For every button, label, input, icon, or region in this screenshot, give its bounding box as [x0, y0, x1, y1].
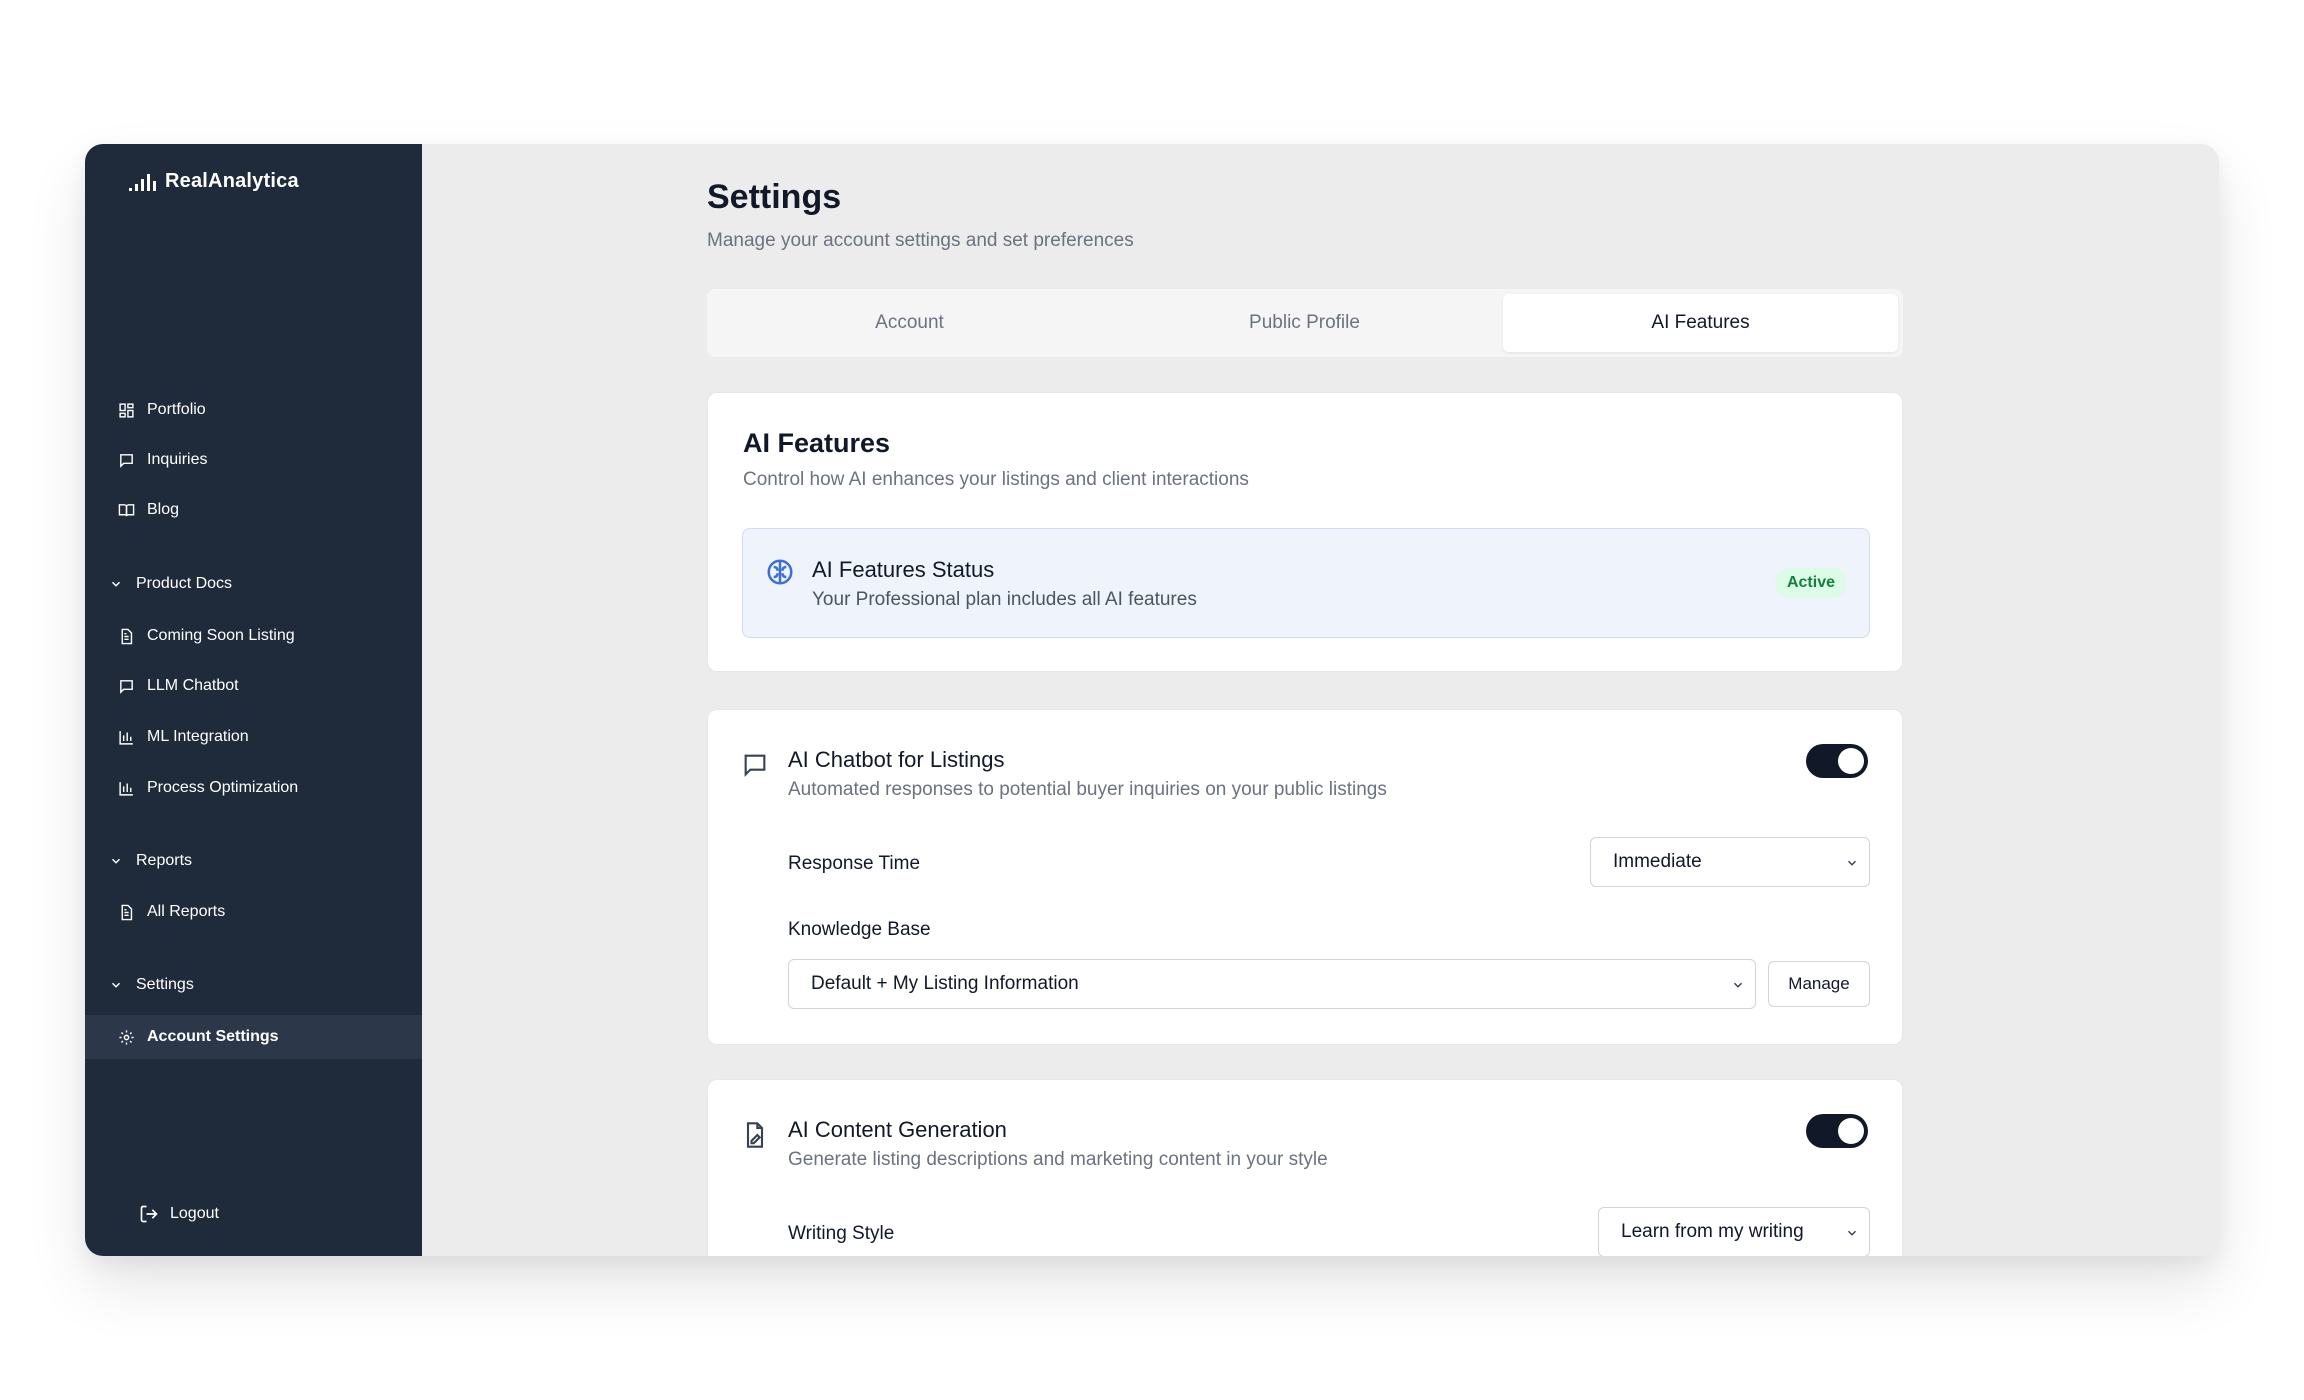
- file-edit-icon: [746, 1122, 764, 1148]
- settings-tabs: Account Public Profile AI Features: [707, 289, 1903, 357]
- sidebar-item-account-settings[interactable]: Account Settings: [85, 1015, 422, 1059]
- toggle-knob: [1838, 1118, 1864, 1144]
- sidebar-item-portfolio[interactable]: Portfolio: [85, 388, 422, 432]
- section-reports[interactable]: Reports: [85, 841, 422, 881]
- logout-icon: [140, 1205, 158, 1223]
- sidebar-item-label: Process Optimization: [147, 779, 299, 796]
- brand-logo[interactable]: RealAnalytica: [127, 170, 299, 193]
- grid-icon: [117, 401, 135, 419]
- knowledge-base-select[interactable]: Default + My Listing Information: [788, 959, 1756, 1009]
- section-label: Product Docs: [136, 575, 233, 592]
- tab-account[interactable]: Account: [712, 294, 1107, 352]
- sidebar-item-process-optimization[interactable]: Process Optimization: [85, 766, 422, 810]
- feature-title: AI Content Generation: [788, 1117, 1007, 1142]
- chevron-down-icon: [111, 858, 121, 864]
- ai-chatbot-card: AI Chatbot for Listings Automated respon…: [707, 709, 1903, 1045]
- feature-description: Automated responses to potential buyer i…: [788, 779, 1387, 800]
- bar-chart-icon: [117, 779, 135, 797]
- section-settings[interactable]: Settings: [85, 965, 422, 1005]
- sidebar-item-label: LLM Chatbot: [147, 677, 239, 694]
- logout-label: Logout: [170, 1205, 219, 1222]
- document-icon: [117, 903, 135, 921]
- page-subtitle: Manage your account settings and set pre…: [707, 230, 1134, 251]
- ai-status-box: AI Features Status Your Professional pla…: [742, 528, 1870, 638]
- page-title: Settings: [707, 178, 842, 216]
- response-time-select[interactable]: Immediate: [1590, 837, 1870, 887]
- sidebar: RealAnalytica Portfolio Inquiries Blog P…: [85, 144, 422, 1256]
- feature-description: Generate listing descriptions and market…: [788, 1149, 1328, 1170]
- toggle-knob: [1838, 748, 1864, 774]
- sidebar-item-all-reports[interactable]: All Reports: [85, 890, 422, 934]
- chatbot-toggle[interactable]: [1806, 744, 1868, 778]
- chevron-down-icon: [1847, 860, 1857, 866]
- section-product-docs[interactable]: Product Docs: [85, 564, 422, 604]
- ai-content-generation-card: AI Content Generation Generate listing d…: [707, 1079, 1903, 1256]
- sidebar-item-coming-soon-listing[interactable]: Coming Soon Listing: [85, 614, 422, 658]
- writing-style-label: Writing Style: [788, 1223, 895, 1244]
- sidebar-item-blog[interactable]: Blog: [85, 488, 422, 532]
- message-icon: [117, 451, 135, 469]
- status-badge: Active: [1774, 568, 1847, 598]
- brain-icon: [767, 559, 793, 585]
- writing-style-select[interactable]: Learn from my writing: [1598, 1207, 1870, 1256]
- brand-name: RealAnalytica: [165, 170, 299, 192]
- status-title: AI Features Status: [812, 557, 995, 582]
- response-time-label: Response Time: [788, 853, 921, 874]
- ai-features-card: AI Features Control how AI enhances your…: [707, 392, 1903, 672]
- feature-title: AI Chatbot for Listings: [788, 747, 1005, 772]
- manage-button[interactable]: Manage: [1768, 961, 1870, 1007]
- sidebar-item-llm-chatbot[interactable]: LLM Chatbot: [85, 664, 422, 708]
- card-title: AI Features: [743, 428, 891, 458]
- bar-chart-icon: [117, 728, 135, 746]
- chevron-down-icon: [1847, 1230, 1857, 1236]
- tab-ai-features[interactable]: AI Features: [1503, 294, 1898, 352]
- sidebar-item-label: Account Settings: [147, 1028, 279, 1045]
- sidebar-item-label: Blog: [147, 501, 180, 518]
- tab-public-profile[interactable]: Public Profile: [1107, 294, 1502, 352]
- message-icon: [744, 754, 766, 777]
- sidebar-item-inquiries[interactable]: Inquiries: [85, 438, 422, 482]
- card-description: Control how AI enhances your listings an…: [743, 469, 1249, 490]
- sidebar-item-ml-integration[interactable]: ML Integration: [85, 715, 422, 759]
- knowledge-base-label: Knowledge Base: [788, 919, 931, 940]
- gear-icon: [117, 1028, 135, 1046]
- section-label: Settings: [136, 976, 194, 993]
- select-value: Default + My Listing Information: [811, 973, 1079, 994]
- section-label: Reports: [136, 852, 193, 869]
- status-description: Your Professional plan includes all AI f…: [812, 589, 1197, 610]
- chevron-down-icon: [1733, 982, 1743, 988]
- chevron-down-icon: [111, 581, 121, 587]
- sidebar-item-label: ML Integration: [147, 728, 249, 745]
- main-content: Settings Manage your account settings an…: [422, 144, 2219, 1256]
- app-window: RealAnalytica Portfolio Inquiries Blog P…: [85, 144, 2219, 1256]
- logout-button[interactable]: Logout: [85, 1194, 422, 1234]
- sidebar-item-label: Portfolio: [147, 401, 206, 418]
- sidebar-item-label: All Reports: [147, 903, 226, 920]
- select-value: Immediate: [1613, 851, 1702, 872]
- book-icon: [117, 501, 135, 519]
- message-icon: [117, 677, 135, 695]
- chevron-down-icon: [111, 982, 121, 988]
- select-value: Learn from my writing: [1621, 1221, 1804, 1242]
- document-icon: [117, 627, 135, 645]
- sidebar-item-label: Inquiries: [147, 451, 208, 468]
- content-generation-toggle[interactable]: [1806, 1114, 1868, 1148]
- sidebar-item-label: Coming Soon Listing: [147, 627, 295, 644]
- bar-chart-logo-icon: [129, 173, 156, 191]
